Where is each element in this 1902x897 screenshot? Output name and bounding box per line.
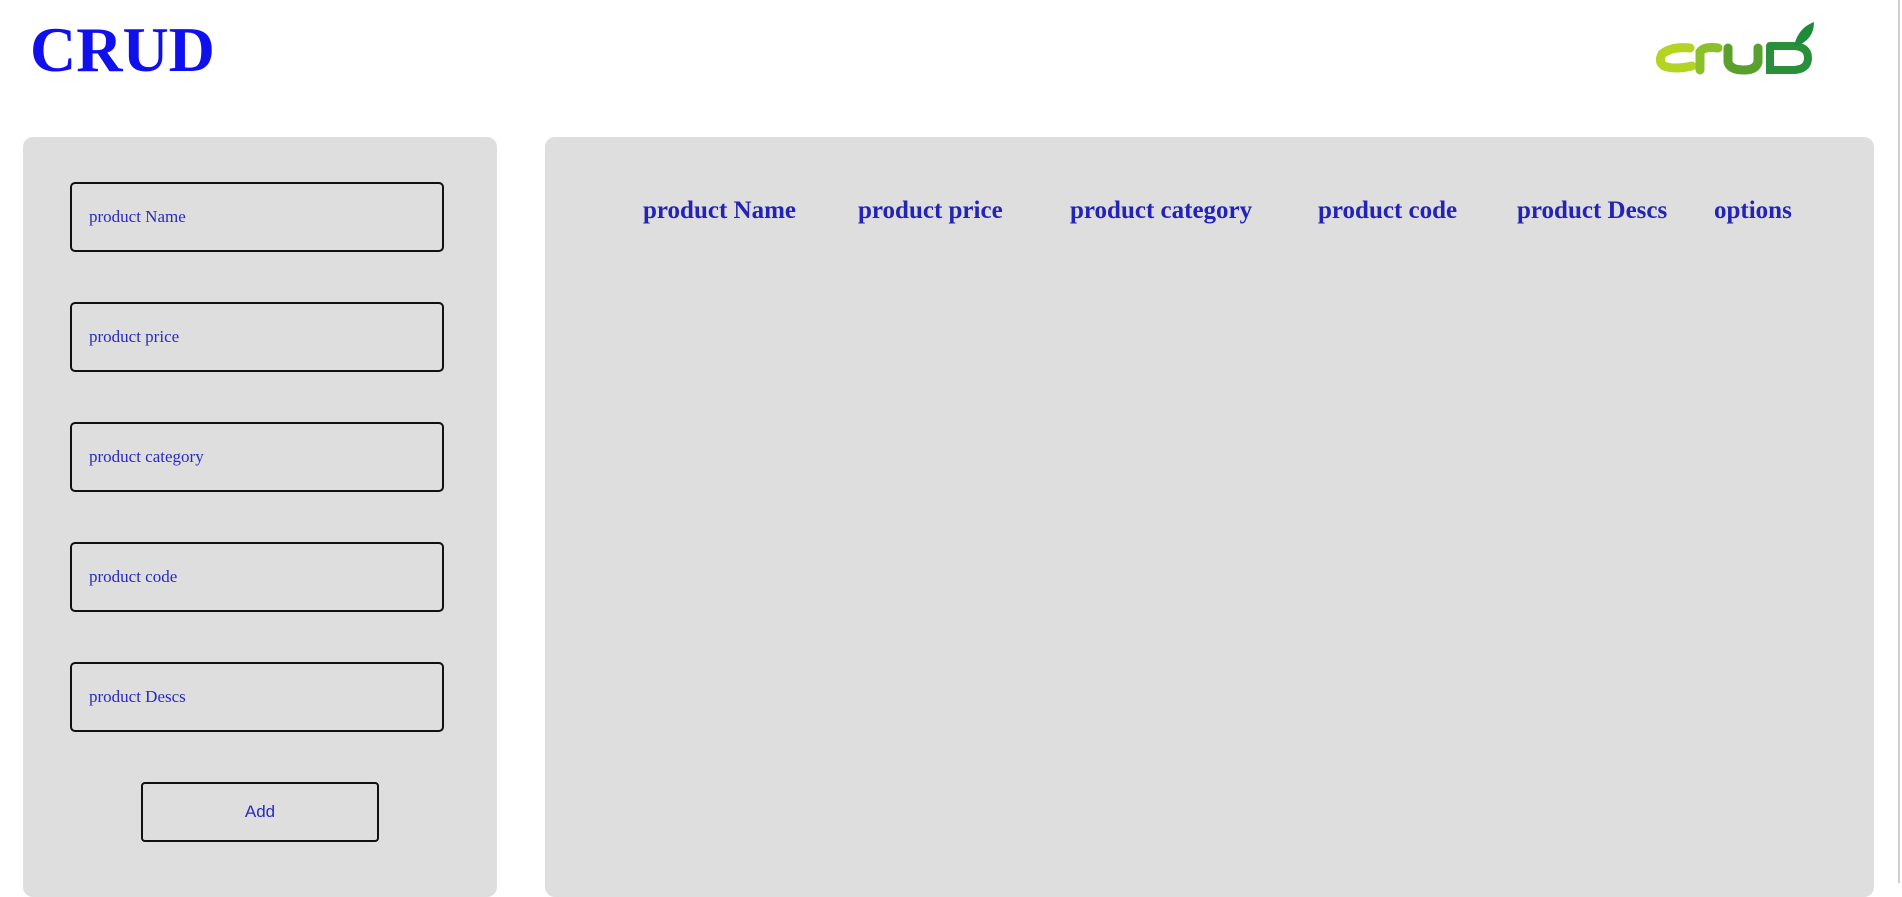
leaf-icon bbox=[1794, 22, 1814, 46]
scrollbar[interactable] bbox=[1898, 0, 1900, 883]
product-form: Add bbox=[23, 137, 497, 897]
logo-letter-r bbox=[1695, 43, 1723, 75]
product-category-input[interactable] bbox=[70, 422, 444, 492]
column-header-product-price: product price bbox=[858, 197, 1003, 224]
crud-logo bbox=[1655, 22, 1814, 75]
logo-letter-c bbox=[1655, 43, 1697, 73]
add-button[interactable]: Add bbox=[141, 782, 379, 842]
product-price-input[interactable] bbox=[70, 302, 444, 372]
logo-letter-d bbox=[1766, 42, 1813, 74]
product-name-input[interactable] bbox=[70, 182, 444, 252]
page-title: CRUD bbox=[30, 14, 215, 85]
column-header-options: options bbox=[1714, 197, 1792, 224]
column-header-product-category: product category bbox=[1070, 197, 1253, 224]
column-header-product-code: product code bbox=[1318, 197, 1458, 224]
header: CRUD bbox=[0, 0, 1902, 120]
column-header-product-descs: product Descs bbox=[1517, 197, 1668, 224]
products-table: product Name product price product categ… bbox=[545, 137, 1874, 897]
logo-letter-u bbox=[1723, 43, 1763, 75]
product-descs-input[interactable] bbox=[70, 662, 444, 732]
column-header-product-name: product Name bbox=[643, 197, 797, 224]
product-code-input[interactable] bbox=[70, 542, 444, 612]
